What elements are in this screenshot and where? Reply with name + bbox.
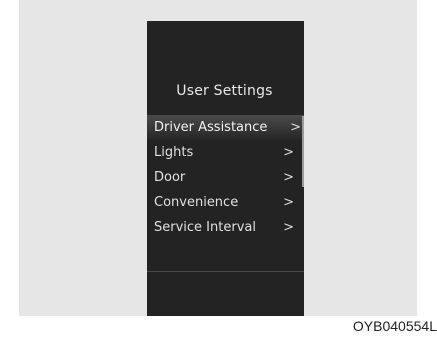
menu-item-convenience[interactable]: Convenience > <box>147 190 304 215</box>
chevron-right-icon: > <box>290 120 301 135</box>
chevron-right-icon: > <box>283 170 294 185</box>
divider <box>147 271 304 272</box>
menu-item-label: Service Interval <box>154 220 256 235</box>
cluster-display: User Settings Driver Assistance > Lights… <box>147 21 304 316</box>
chevron-right-icon: > <box>283 195 294 210</box>
figure-code: OYB040554L <box>352 318 437 334</box>
menu-item-label: Convenience <box>154 195 239 210</box>
menu-item-service-interval[interactable]: Service Interval > <box>147 215 304 240</box>
menu-item-driver-assistance[interactable]: Driver Assistance > <box>147 115 304 140</box>
menu-item-door[interactable]: Door > <box>147 165 304 190</box>
menu-item-label: Lights <box>154 145 194 160</box>
scroll-indicator[interactable] <box>302 116 304 187</box>
settings-menu: Driver Assistance > Lights > Door > Conv… <box>147 115 304 240</box>
menu-item-lights[interactable]: Lights > <box>147 140 304 165</box>
chevron-right-icon: > <box>283 220 294 235</box>
screen-title: User Settings <box>176 83 273 99</box>
menu-item-label: Door <box>154 170 186 185</box>
chevron-right-icon: > <box>283 145 294 160</box>
menu-item-label: Driver Assistance <box>154 120 268 135</box>
